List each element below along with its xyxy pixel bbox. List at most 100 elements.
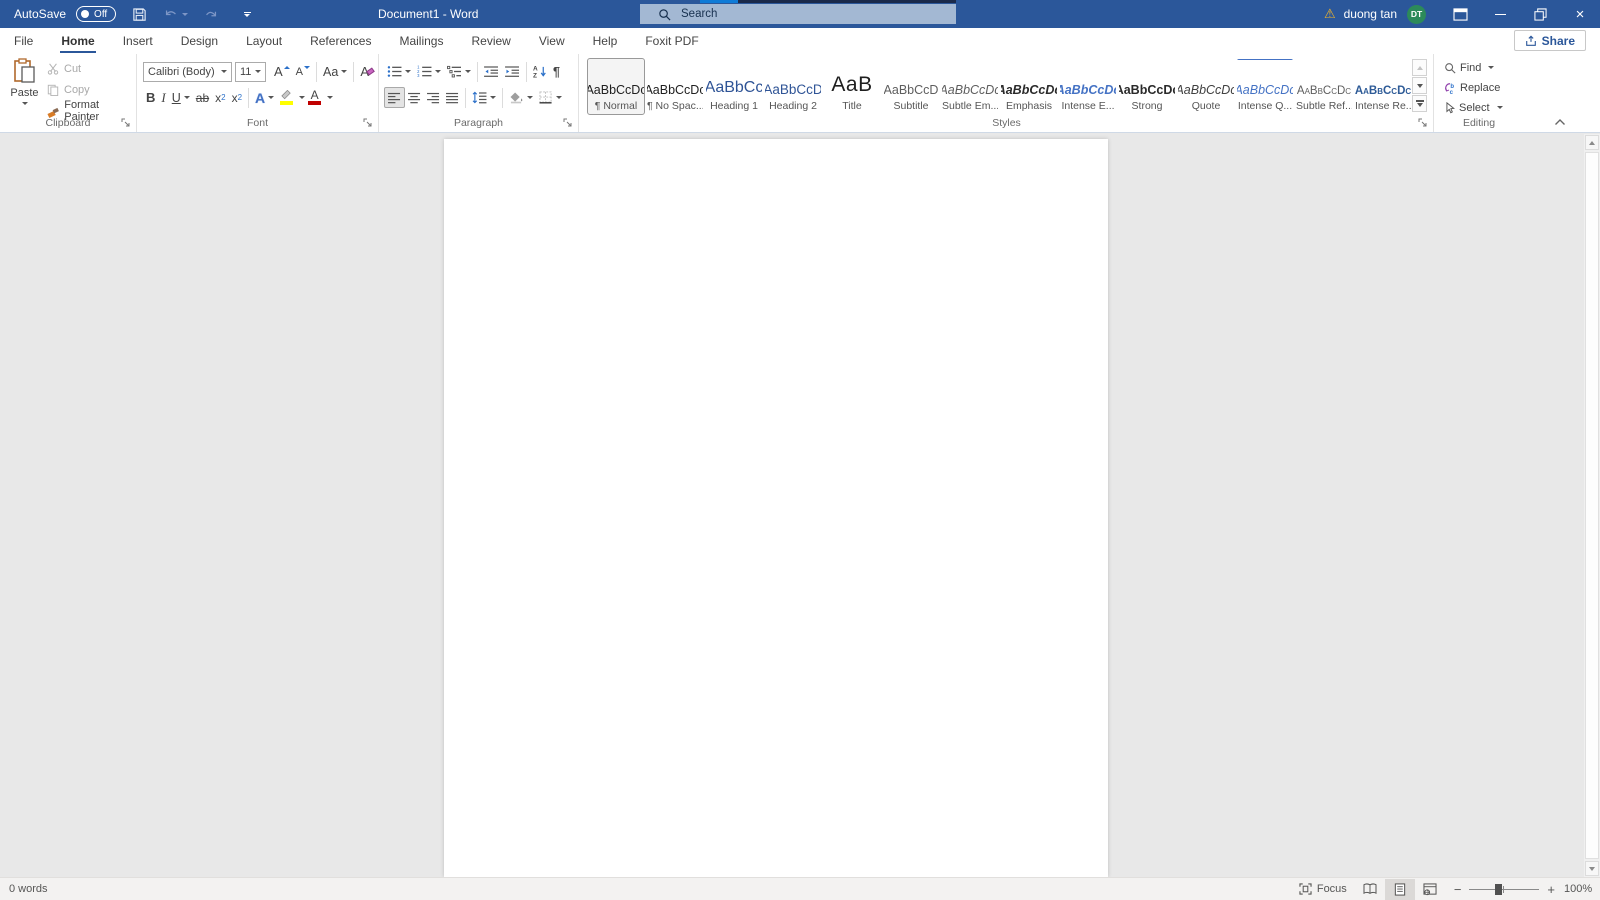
read-mode-button[interactable] [1355,879,1385,900]
text-effects-button[interactable]: A [252,87,277,108]
zoom-slider[interactable] [1469,889,1539,890]
show-hide-formatting-button[interactable]: ¶ [550,61,563,82]
decrease-font-size-button[interactable]: A [293,61,313,82]
style-intense-emphasis[interactable]: AaBbCcDc Intense E... [1059,58,1117,115]
style-intense-quote[interactable]: AaBbCcDc Intense Q... [1236,58,1294,115]
tab-insert[interactable]: Insert [109,28,167,54]
justify-button[interactable] [443,87,462,108]
chevron-down-icon[interactable] [327,96,333,99]
search-input[interactable] [681,8,921,20]
warning-icon[interactable]: ⚠ [1324,6,1336,22]
style-heading-1[interactable]: AaBbCc Heading 1 [705,58,763,115]
style-no-spacing[interactable]: AaBbCcDc ¶ No Spac... [646,58,704,115]
user-name[interactable]: duong tan [1344,7,1397,21]
tab-review[interactable]: Review [457,28,524,54]
share-button[interactable]: Share [1514,30,1586,51]
style-emphasis[interactable]: AaBbCcDc Emphasis [1000,58,1058,115]
numbering-button[interactable]: 1 2 3 [414,61,444,82]
underline-button[interactable]: U [169,87,193,108]
paragraph-dialog-launcher[interactable] [563,118,574,129]
styles-dialog-launcher[interactable] [1418,118,1429,129]
tab-file[interactable]: File [0,28,47,54]
redo-button[interactable] [198,3,224,25]
style-heading-2[interactable]: AaBbCcD Heading 2 [764,58,822,115]
scrollbar-thumb[interactable] [1585,152,1599,859]
tab-help[interactable]: Help [579,28,632,54]
paste-button[interactable]: Paste [8,58,41,124]
clear-formatting-button[interactable]: A [357,61,377,82]
tab-layout[interactable]: Layout [232,28,296,54]
increase-font-size-button[interactable]: A [271,61,293,82]
scroll-down-button[interactable] [1585,861,1599,876]
shading-button[interactable] [506,87,536,108]
align-left-button[interactable] [384,87,405,108]
borders-button[interactable] [536,87,565,108]
word-count[interactable]: 0 words [0,883,48,895]
undo-button[interactable] [162,3,188,25]
undo-dropdown[interactable] [182,13,188,16]
find-button[interactable]: Find [1442,58,1505,77]
styles-gallery-more-button[interactable] [1412,95,1427,112]
cut-button[interactable]: Cut [44,59,136,79]
style-quote[interactable]: AaBbCcDc Quote [1177,58,1235,115]
collapse-ribbon-button[interactable] [1554,117,1566,129]
tab-design[interactable]: Design [167,28,232,54]
increase-indent-button[interactable] [502,61,523,82]
style-intense-reference[interactable]: AaBbCcDc Intense Re... [1354,58,1412,115]
zoom-slider-thumb[interactable] [1495,884,1502,895]
font-color-button[interactable]: A [305,87,324,108]
copy-button[interactable]: Copy [44,80,136,100]
italic-button[interactable]: I [158,87,168,108]
bullets-button[interactable] [384,61,414,82]
zoom-in-button[interactable]: + [1547,882,1555,897]
restore-button[interactable] [1520,0,1560,28]
replace-button[interactable]: b c Replace [1442,78,1505,97]
tab-mailings[interactable]: Mailings [385,28,457,54]
zoom-level[interactable]: 100% [1564,883,1600,895]
vertical-scrollbar[interactable] [1584,134,1600,877]
change-case-button[interactable]: Aa [320,61,350,82]
font-size-select[interactable]: 11 [235,62,266,82]
style-title[interactable]: AaB Title [823,58,881,115]
bold-button[interactable]: B [143,87,158,108]
select-button[interactable]: Select [1442,98,1505,117]
line-spacing-button[interactable] [469,87,499,108]
avatar[interactable]: DT [1407,5,1426,24]
tab-view[interactable]: View [525,28,579,54]
style-subtle-emphasis[interactable]: AaBbCcDc Subtle Em... [941,58,999,115]
focus-mode-button[interactable]: Focus [1291,878,1355,900]
tab-home[interactable]: Home [47,28,108,54]
scroll-up-button[interactable] [1585,135,1599,150]
web-layout-button[interactable] [1415,879,1445,900]
tab-foxit-pdf[interactable]: Foxit PDF [631,28,712,54]
style-strong[interactable]: AaBbCcDc Strong [1118,58,1176,115]
save-button[interactable] [126,3,152,25]
font-dialog-launcher[interactable] [363,118,374,129]
sort-button[interactable]: A Z [530,61,550,82]
print-layout-button[interactable] [1385,879,1415,900]
multilevel-list-button[interactable] [444,61,474,82]
close-button[interactable]: × [1560,0,1600,28]
center-button[interactable] [405,87,424,108]
ribbon-display-options-button[interactable] [1440,0,1480,28]
clipboard-dialog-launcher[interactable] [121,118,132,129]
strikethrough-button[interactable]: ab [193,87,212,108]
subscript-button[interactable]: x2 [212,87,228,108]
align-right-button[interactable] [424,87,443,108]
style-subtitle[interactable]: AaBbCcD Subtitle [882,58,940,115]
tab-references[interactable]: References [296,28,385,54]
customize-quick-access-toolbar-button[interactable] [234,3,260,25]
styles-scroll-up-button[interactable] [1412,59,1427,76]
style-subtle-reference[interactable]: AaBbCcDc Subtle Ref... [1295,58,1353,115]
minimize-button[interactable] [1480,0,1520,28]
font-name-select[interactable]: Calibri (Body) [143,62,232,82]
search-bar[interactable] [640,4,956,24]
autosave-toggle[interactable]: Off [76,6,116,22]
decrease-indent-button[interactable] [481,61,502,82]
styles-scroll-down-button[interactable] [1412,77,1427,94]
style-normal[interactable]: AaBbCcDc ¶ Normal [587,58,645,115]
superscript-button[interactable]: x2 [229,87,245,108]
text-highlight-button[interactable] [277,87,296,108]
document-page[interactable] [444,139,1108,877]
zoom-out-button[interactable]: − [1454,882,1462,897]
